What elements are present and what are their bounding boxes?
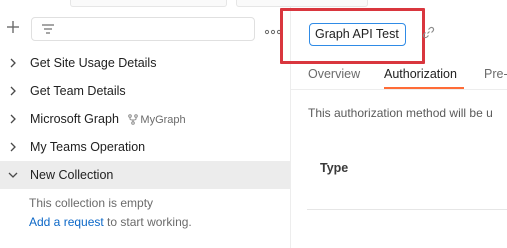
filter-lines-icon xyxy=(42,24,54,34)
collection-item[interactable]: Get Team Details xyxy=(0,77,290,105)
collection-item[interactable]: Get Site Usage Details xyxy=(0,49,290,77)
sidebar-toolbar xyxy=(0,17,291,41)
new-collection-button[interactable] xyxy=(5,19,21,35)
collection-label-text: Microsoft Graph xyxy=(30,112,119,126)
top-tab[interactable] xyxy=(236,0,368,7)
chevron-down-icon[interactable] xyxy=(8,170,18,180)
collection-item[interactable]: My Teams Operation xyxy=(0,133,290,161)
collection-label: New Collection xyxy=(30,168,114,182)
chevron-right-icon[interactable] xyxy=(8,142,18,152)
tabs-divider xyxy=(291,89,507,90)
fork-label: MyGraph xyxy=(140,114,186,126)
collection-label: Get Site Usage Details xyxy=(30,56,157,70)
top-tab[interactable] xyxy=(70,0,227,7)
auth-type-label: Type xyxy=(320,161,349,175)
filter-input[interactable] xyxy=(31,17,255,41)
top-strip xyxy=(0,0,507,7)
collection-item-selected[interactable]: New Collection xyxy=(0,161,290,189)
collection-label: Microsoft Graph MyGraph xyxy=(30,105,186,134)
collection-editor: Graph API Test Overview Authorization Pr… xyxy=(280,7,507,248)
authorization-description: This authorization method will be u xyxy=(308,106,493,120)
collection-name-input[interactable]: Graph API Test xyxy=(309,23,406,46)
chevron-right-icon[interactable] xyxy=(8,58,18,68)
section-divider xyxy=(307,209,507,210)
collection-label: Get Team Details xyxy=(30,84,126,98)
empty-collection-message: This collection is empty xyxy=(29,196,154,210)
chevron-right-icon[interactable] xyxy=(8,86,18,96)
collections-sidebar: Get Site Usage Details Get Team Details … xyxy=(0,7,291,248)
chevron-right-icon[interactable] xyxy=(8,114,18,124)
collection-item[interactable]: Microsoft Graph MyGraph xyxy=(0,105,290,133)
collection-tree: Get Site Usage Details Get Team Details … xyxy=(0,49,290,189)
empty-hint-suffix: to start working. xyxy=(103,215,192,229)
empty-collection-hint: Add a request to start working. xyxy=(29,215,192,229)
add-request-link[interactable]: Add a request xyxy=(29,215,104,229)
collection-label: My Teams Operation xyxy=(30,140,146,154)
plus-icon xyxy=(7,21,19,33)
fork-icon xyxy=(128,114,139,126)
link-icon[interactable] xyxy=(422,26,435,39)
